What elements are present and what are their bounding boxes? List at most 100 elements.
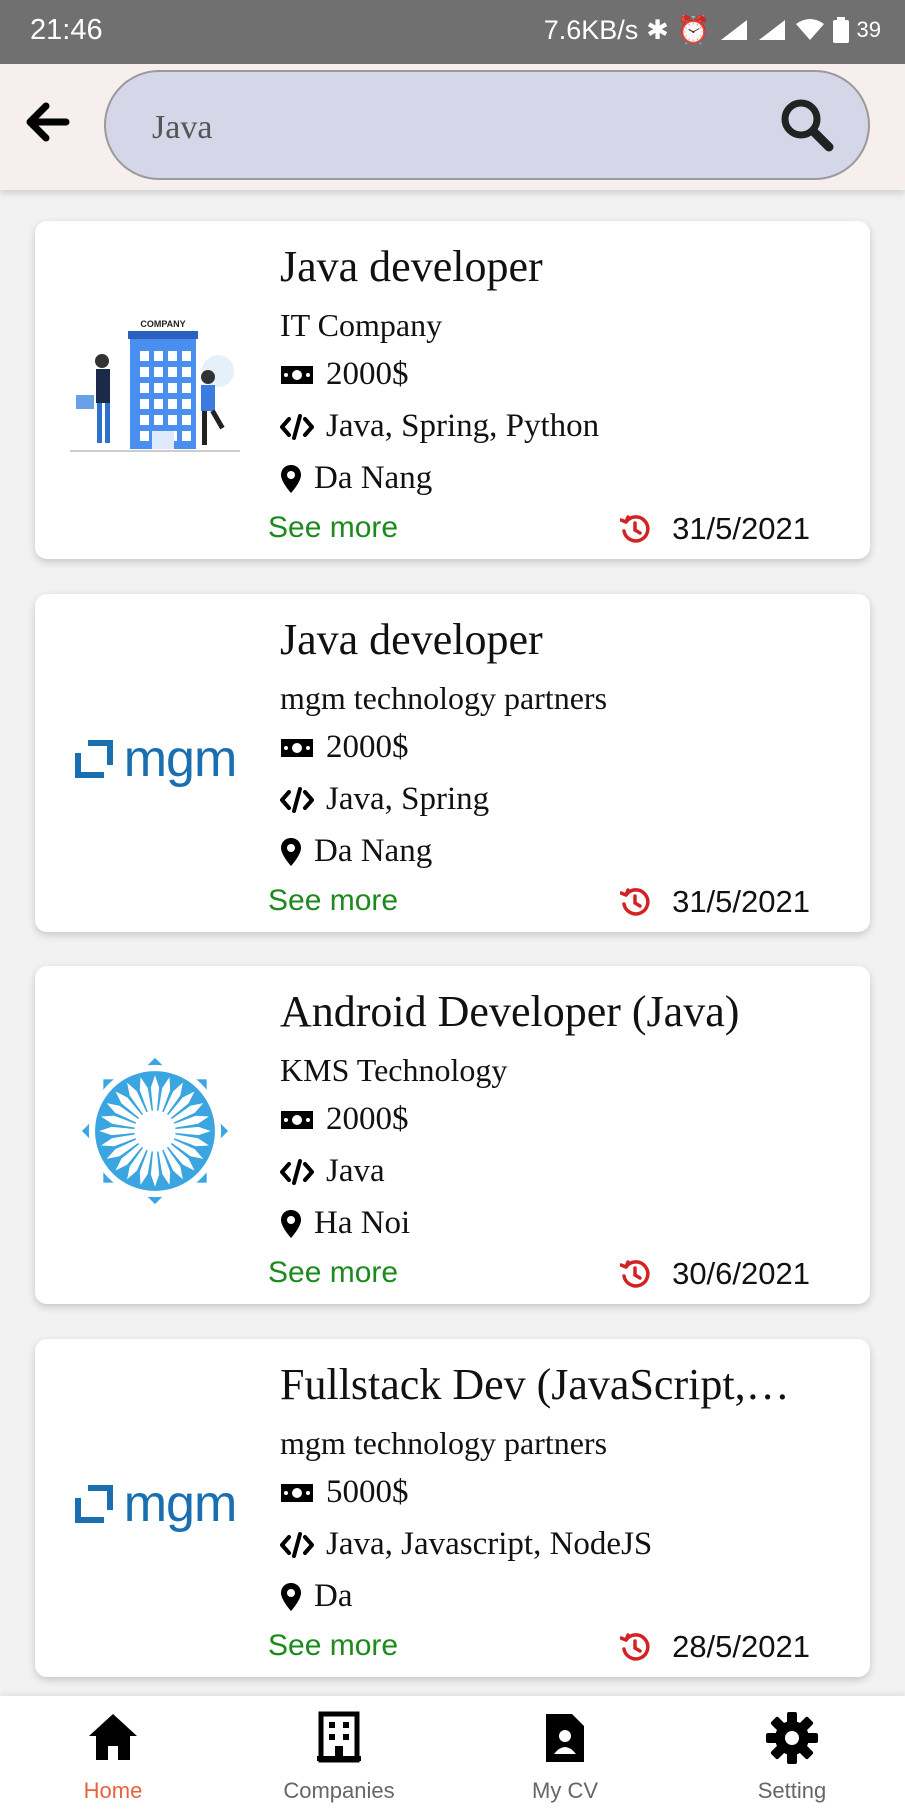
back-arrow-icon [26, 102, 70, 142]
status-icons: 7.6KB/s ✱ ⏰ 39 [544, 14, 881, 46]
company-name: mgm technology partners [280, 680, 608, 716]
company-name: IT Company [280, 307, 443, 343]
battery-level: 39 [856, 17, 881, 42]
nav-setting[interactable]: Setting [679, 1696, 905, 1810]
salary-value: 2000$ [326, 356, 409, 392]
job-card[interactable]: Android Developer (Java) KMS Technology 20… [35, 966, 870, 1304]
search-button[interactable] [776, 94, 836, 154]
date-value: 28/5/2021 [672, 1629, 810, 1664]
location-pin-icon [281, 1209, 301, 1238]
date-value: 31/5/2021 [672, 884, 810, 919]
bluetooth-icon: ✱ [646, 14, 669, 45]
history-icon [620, 515, 650, 543]
company-name: mgm technology partners [280, 1425, 608, 1461]
job-title: Java developer [280, 242, 543, 291]
signal-icon [720, 20, 747, 40]
code-icon [280, 1531, 314, 1558]
skills-value: Java, Spring, Python [326, 408, 600, 444]
job-card[interactable]: mgm Java developer mgm technology partners… [35, 594, 870, 932]
skills-value: Java [326, 1153, 385, 1189]
skills-row: Java, Spring, Python [280, 408, 599, 445]
wifi-icon [795, 19, 824, 40]
job-title: Fullstack Dev (JavaScript,… [280, 1360, 790, 1409]
date-value: 31/5/2021 [672, 511, 810, 546]
net-speed: 7.6KB/s [543, 14, 639, 45]
location-pin-icon [281, 464, 301, 493]
see-more-link[interactable]: See more [268, 1256, 398, 1290]
code-icon [280, 786, 314, 813]
history-icon [620, 1260, 650, 1288]
cv-document-icon [546, 1714, 584, 1762]
signal-icon-2 [758, 20, 785, 40]
company-logo: COMPANY [55, 281, 255, 491]
skills-row: Java, Spring [280, 781, 489, 818]
salary-value: 2000$ [326, 1101, 409, 1137]
location-row: Ha Noi [280, 1205, 410, 1242]
search-icon [781, 99, 834, 152]
job-card[interactable]: mgm Fullstack Dev (JavaScript,… mgm techno… [35, 1339, 870, 1677]
job-title: Java developer [280, 615, 543, 664]
location-value: Ha Noi [314, 1205, 411, 1241]
posted-date: 31/5/2021 [620, 884, 810, 920]
company-building-illustration: COMPANY [70, 319, 240, 452]
company-logo: mgm [55, 1399, 255, 1609]
mgm-logo-text: mgm [123, 1475, 238, 1533]
back-button[interactable] [18, 94, 74, 150]
location-value: Da Nang [314, 833, 433, 869]
skills-value: Java, Javascript, NodeJS [326, 1526, 653, 1562]
money-icon [281, 1110, 313, 1129]
alarm-icon: ⏰ [676, 15, 711, 45]
home-icon [89, 1714, 137, 1760]
bottom-navigation: Home Companies My CV Setting [0, 1696, 905, 1810]
location-row: Da Nang [280, 833, 432, 870]
salary-value: 2000$ [326, 729, 409, 765]
date-value: 30/6/2021 [672, 1256, 810, 1291]
nav-home[interactable]: Home [0, 1696, 226, 1810]
nav-home-label: Home [83, 1778, 143, 1803]
gear-icon [766, 1712, 818, 1764]
nav-companies[interactable]: Companies [226, 1696, 452, 1810]
building-icon [317, 1711, 361, 1763]
posted-date: 31/5/2021 [620, 511, 810, 547]
nav-my-cv-label: My CV [532, 1778, 598, 1803]
see-more-link[interactable]: See more [268, 884, 398, 918]
code-icon [280, 1158, 314, 1185]
history-icon [620, 888, 650, 916]
mgm-logo-text: mgm [123, 730, 238, 788]
money-icon [281, 738, 313, 757]
posted-date: 28/5/2021 [620, 1629, 810, 1665]
skills-value: Java, Spring [326, 781, 490, 817]
code-icon [280, 413, 314, 440]
company-logo [55, 1026, 255, 1236]
svg-text:COMPANY: COMPANY [140, 319, 185, 329]
money-icon [281, 365, 313, 384]
search-box [104, 70, 870, 180]
location-pin-icon [281, 1582, 301, 1611]
nav-my-cv[interactable]: My CV [452, 1696, 678, 1810]
location-row: Da Nang [280, 460, 432, 497]
company-name: KMS Technology [280, 1052, 508, 1088]
see-more-link[interactable]: See more [268, 1629, 398, 1663]
company-logo: mgm [55, 654, 255, 864]
nav-companies-label: Companies [283, 1778, 395, 1803]
salary-row: 2000$ [280, 729, 409, 766]
status-time: 21:46 [30, 14, 103, 46]
status-bar: 21:46 7.6KB/s ✱ ⏰ 39 [0, 0, 905, 64]
kms-sun-logo [81, 1057, 229, 1205]
mgm-logo: mgm [74, 729, 237, 789]
skills-row: Java, Javascript, NodeJS [280, 1526, 652, 1563]
salary-row: 2000$ [280, 356, 409, 393]
battery-icon [832, 17, 849, 43]
location-value: Da Nang [314, 460, 433, 496]
history-icon [620, 1633, 650, 1661]
money-icon [281, 1483, 313, 1502]
see-more-link[interactable]: See more [268, 511, 398, 545]
salary-row: 2000$ [280, 1101, 409, 1138]
job-card[interactable]: COMPANY Java developer IT Company 2000$ Java… [35, 221, 870, 559]
location-row: Da [280, 1578, 352, 1615]
search-header [0, 64, 905, 190]
location-value: Da [314, 1578, 353, 1614]
salary-row: 5000$ [280, 1474, 409, 1511]
search-input[interactable] [150, 100, 734, 156]
location-pin-icon [281, 837, 301, 866]
